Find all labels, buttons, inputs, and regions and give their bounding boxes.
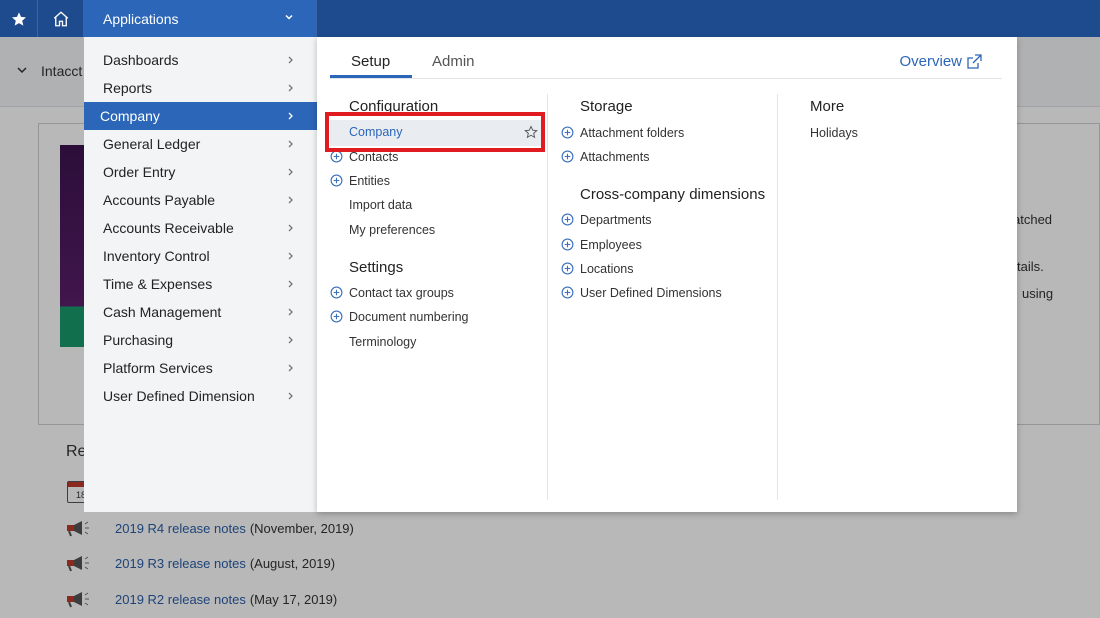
top-navigation-bar: Applications [0,0,1100,37]
tab-admin[interactable]: Admin [432,53,475,70]
more-heading: More [810,98,845,115]
submenu-item-label: Locations [580,262,634,276]
menu-item-time-expenses[interactable]: Time & Expenses [84,270,317,298]
menu-item-reports[interactable]: Reports [84,74,317,102]
menu-item-purchasing[interactable]: Purchasing [84,326,317,354]
applications-label: Applications [103,10,179,27]
company-submenu-panel: Setup Admin Overview Configuration Compa… [317,37,1017,512]
chevron-right-icon [288,84,293,92]
add-circle-icon[interactable] [561,262,574,275]
menu-item-cash-management[interactable]: Cash Management [84,298,317,326]
add-circle-icon[interactable] [561,286,574,299]
highlight-box [325,112,545,152]
menu-item-label: Inventory Control [103,248,210,264]
chevron-right-icon [288,392,293,400]
submenu-item-label: Attachments [580,150,650,164]
menu-item-label: Dashboards [103,52,179,68]
menu-item-label: Accounts Payable [103,192,216,208]
chevron-right-icon [288,196,293,204]
submenu-item-terminology[interactable]: Terminology [349,334,416,350]
menu-item-general-ledger[interactable]: General Ledger [84,130,317,158]
submenu-item-contact-tax-groups[interactable]: Contact tax groups [330,285,454,301]
menu-item-label: General Ledger [103,136,201,152]
menu-item-label: Reports [103,80,153,96]
chevron-right-icon [288,364,293,372]
menu-item-label: Order Entry [103,164,176,180]
chevron-right-icon [288,140,293,148]
submenu-item-my-preferences[interactable]: My preferences [349,222,435,238]
submenu-item-label: Departments [580,213,652,227]
submenu-item-label: Document numbering [349,310,469,324]
submenu-item-label: Entities [349,174,390,188]
menu-item-company[interactable]: Company [84,102,317,130]
submenu-item-locations[interactable]: Locations [561,261,634,277]
chevron-right-icon [288,280,293,288]
external-link-icon [967,53,982,69]
menu-item-label: Accounts Receivable [103,220,234,236]
tab-divider [330,78,1002,79]
menu-item-label: Platform Services [103,360,213,376]
chevron-right-icon [288,112,293,120]
storage-heading: Storage [580,98,633,115]
menu-item-dashboards[interactable]: Dashboards [84,46,317,74]
applications-menu: Dashboards Reports Company General Ledge… [84,37,317,512]
home-button[interactable] [38,0,84,37]
add-circle-icon[interactable] [561,213,574,226]
star-icon [11,11,26,26]
submenu-item-label: Contacts [349,150,399,164]
submenu-item-label: Terminology [349,335,417,349]
menu-item-label: Purchasing [103,332,174,348]
tab-setup[interactable]: Setup [351,53,390,70]
menu-item-accounts-payable[interactable]: Accounts Payable [84,186,317,214]
menu-item-label: Time & Expenses [103,276,213,292]
menu-item-user-defined-dimension[interactable]: User Defined Dimension [84,382,317,410]
add-circle-icon[interactable] [561,150,574,163]
chevron-right-icon [288,56,293,64]
chevron-right-icon [288,308,293,316]
column-divider [547,94,548,500]
settings-heading: Settings [349,259,404,276]
chevron-right-icon [288,336,293,344]
submenu-item-label: Contact tax groups [349,286,454,300]
add-circle-icon[interactable] [330,174,343,187]
add-circle-icon[interactable] [561,238,574,251]
chevron-down-icon [285,14,293,20]
submenu-item-label: Holidays [810,126,858,140]
menu-item-order-entry[interactable]: Order Entry [84,158,317,186]
submenu-item-employees[interactable]: Employees [561,237,642,253]
menu-item-label: Cash Management [103,304,222,320]
menu-item-label: Company [100,108,160,124]
chevron-right-icon [288,224,293,232]
chevron-right-icon [288,168,293,176]
submenu-item-attachment-folders[interactable]: Attachment folders [561,125,685,141]
cross-company-dimensions-heading: Cross-company dimensions [580,186,766,203]
active-tab-indicator [330,75,412,78]
submenu-item-departments[interactable]: Departments [561,212,652,228]
favorites-button[interactable] [0,0,38,37]
menu-item-accounts-receivable[interactable]: Accounts Receivable [84,214,317,242]
overview-label: Overview [899,53,962,70]
chevron-right-icon [288,252,293,260]
menu-item-inventory-control[interactable]: Inventory Control [84,242,317,270]
submenu-item-entities[interactable]: Entities [330,173,390,189]
submenu-item-label: My preferences [349,223,436,237]
submenu-item-label: Import data [349,198,413,212]
submenu-item-label: Attachment folders [580,126,685,140]
submenu-item-document-numbering[interactable]: Document numbering [330,309,469,325]
submenu-item-label: User Defined Dimensions [580,286,722,300]
add-circle-icon[interactable] [330,310,343,323]
submenu-item-import-data[interactable]: Import data [349,197,412,213]
overview-link[interactable]: Overview [899,53,982,70]
menu-item-label: User Defined Dimension [103,388,255,404]
submenu-item-user-defined-dimensions[interactable]: User Defined Dimensions [561,285,722,301]
applications-menu-button[interactable]: Applications [84,0,317,37]
menu-item-platform-services[interactable]: Platform Services [84,354,317,382]
submenu-item-holidays[interactable]: Holidays [810,125,858,141]
submenu-item-attachments[interactable]: Attachments [561,149,650,165]
add-circle-icon[interactable] [330,286,343,299]
submenu-item-label: Employees [580,238,642,252]
home-icon [53,10,68,26]
column-divider [777,94,778,500]
add-circle-icon[interactable] [561,126,574,139]
